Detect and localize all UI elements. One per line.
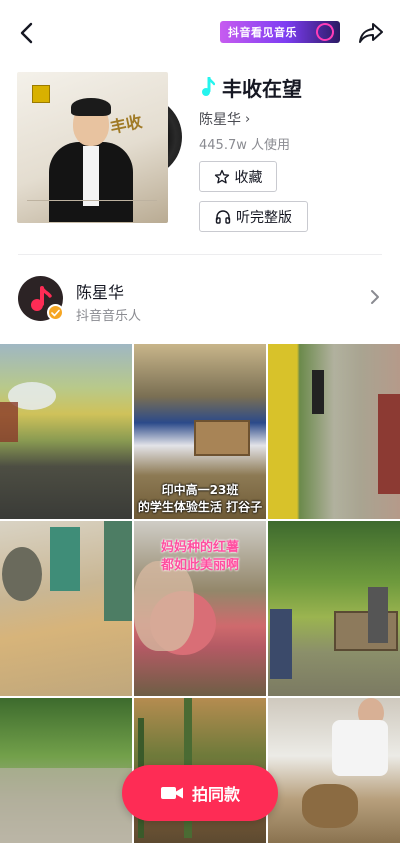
music-note-icon [200, 76, 216, 98]
video-thumbnail[interactable] [0, 698, 132, 843]
cover-fine-print [27, 200, 157, 216]
collect-button[interactable]: 收藏 [199, 161, 277, 192]
artist-row[interactable]: 陈星华 抖音音乐人 [0, 270, 400, 328]
video-thumbnail[interactable]: 妈妈种的红薯 都如此美丽啊 [134, 521, 266, 696]
video-caption: 妈妈种的红薯 都如此美丽啊 [160, 540, 239, 573]
share-button[interactable] [356, 18, 386, 48]
video-thumbnail[interactable] [268, 698, 400, 843]
artist-subtitle: 抖音音乐人 [76, 309, 142, 324]
chevron-right-icon: › [245, 111, 251, 127]
star-icon [214, 169, 229, 183]
artist-name: 陈星华 [76, 283, 125, 302]
back-button[interactable] [12, 18, 42, 48]
full-version-button[interactable]: 听完整版 [199, 201, 308, 232]
song-title: 丰收在望 [222, 76, 302, 101]
video-camera-icon [160, 787, 183, 799]
video-thumbnail[interactable]: 印中高一23班 的学生体验生活 打谷子 [134, 344, 266, 519]
video-caption: 印中高一23班 的学生体验生活 打谷子 [137, 483, 263, 514]
song-title-row: 丰收在望 [200, 74, 302, 101]
record-label-logo [32, 85, 50, 103]
banner-decoration-icon [313, 21, 337, 43]
verified-badge-icon [47, 304, 64, 321]
video-thumbnail[interactable] [268, 521, 400, 696]
top-bar: 抖音看见音乐 [0, 0, 400, 64]
video-thumbnail[interactable] [0, 521, 132, 696]
back-arrow-icon [20, 22, 33, 44]
collect-label: 收藏 [234, 169, 263, 186]
banner-text: 抖音看见音乐 [228, 26, 297, 39]
album-cover[interactable]: 丰收 [17, 72, 168, 223]
music-event-banner[interactable]: 抖音看见音乐 [220, 21, 340, 43]
shoot-same-button[interactable]: 拍同款 [122, 765, 278, 821]
share-arrow-icon [359, 23, 383, 43]
section-divider [18, 254, 382, 255]
shoot-same-label: 拍同款 [191, 785, 240, 804]
artist-link[interactable]: 陈星华 › [199, 109, 250, 129]
artist-link-label: 陈星华 [199, 112, 241, 128]
chevron-right-icon [371, 290, 379, 304]
full-version-label: 听完整版 [236, 209, 292, 226]
usage-count: 445.7w 人使用 [199, 138, 290, 153]
cover-calligraphy: 丰收 [108, 111, 144, 138]
video-thumbnail[interactable] [268, 344, 400, 519]
video-thumbnail[interactable] [0, 344, 132, 519]
headphones-icon [215, 209, 231, 224]
